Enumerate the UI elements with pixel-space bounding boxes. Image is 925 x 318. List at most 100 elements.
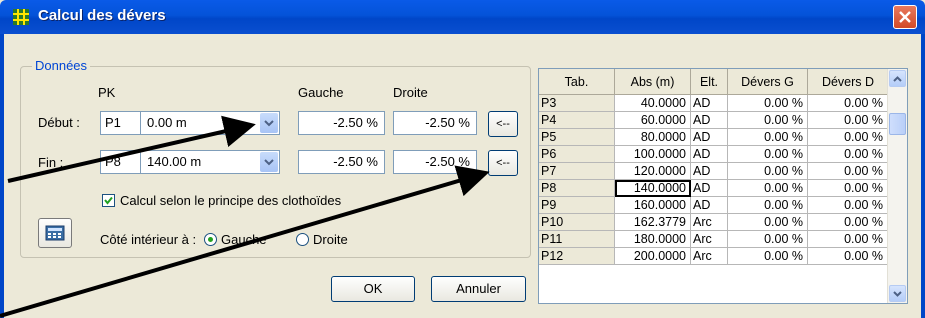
- cell-tab[interactable]: P9: [539, 197, 615, 214]
- debut-pk-value: 0.00 m: [147, 115, 187, 130]
- fin-gauche-input[interactable]: -2.50 %: [298, 150, 385, 174]
- title-bar[interactable]: Calcul des dévers: [0, 0, 925, 34]
- cell-elt[interactable]: AD: [691, 129, 728, 146]
- cell-devers-d[interactable]: 0.00 %: [808, 95, 888, 112]
- debut-pk-combo[interactable]: P1 0.00 m: [100, 111, 280, 135]
- col-header-elt[interactable]: Elt.: [691, 69, 728, 95]
- cell-devers-g[interactable]: 0.00 %: [728, 214, 808, 231]
- cell-devers-d[interactable]: 0.00 %: [808, 163, 888, 180]
- cell-elt[interactable]: AD: [691, 197, 728, 214]
- cell-devers-d[interactable]: 0.00 %: [808, 248, 888, 265]
- devers-table[interactable]: Tab. Abs (m) Elt. Dévers G Dévers D P3 40…: [538, 68, 908, 304]
- cell-elt[interactable]: Arc: [691, 248, 728, 265]
- cell-tab[interactable]: P6: [539, 146, 615, 163]
- table-row[interactable]: P3 40.0000 AD 0.00 % 0.00 %: [539, 95, 888, 112]
- col-header-abs[interactable]: Abs (m): [615, 69, 691, 95]
- cell-devers-d[interactable]: 0.00 %: [808, 112, 888, 129]
- cell-elt[interactable]: Arc: [691, 214, 728, 231]
- cell-elt[interactable]: Arc: [691, 231, 728, 248]
- table-row[interactable]: P7 120.0000 AD 0.00 % 0.00 %: [539, 163, 888, 180]
- grid-app-icon: [13, 9, 29, 25]
- radio-gauche-label: Gauche: [221, 232, 267, 247]
- fin-dropdown-button[interactable]: [260, 152, 278, 172]
- cell-abs[interactable]: 180.0000: [615, 231, 691, 248]
- radio-selected-dot: [208, 237, 213, 242]
- fin-fetch-button[interactable]: <--: [488, 150, 518, 176]
- fin-label: Fin :: [38, 155, 64, 170]
- table-scrollbar[interactable]: [887, 69, 907, 303]
- fin-droite-input[interactable]: -2.50 %: [393, 150, 477, 174]
- table-row[interactable]: P11 180.0000 Arc 0.00 % 0.00 %: [539, 231, 888, 248]
- dialog-window: Calcul des dévers Données PK Gauche Droi…: [0, 0, 925, 318]
- cell-abs[interactable]: 120.0000: [615, 163, 691, 180]
- cell-devers-g[interactable]: 0.00 %: [728, 163, 808, 180]
- scroll-up-button[interactable]: [889, 70, 906, 87]
- cell-devers-d[interactable]: 0.00 %: [808, 214, 888, 231]
- cell-tab[interactable]: P8: [539, 180, 615, 197]
- table-row[interactable]: P4 60.0000 AD 0.00 % 0.00 %: [539, 112, 888, 129]
- table-row[interactable]: P9 160.0000 AD 0.00 % 0.00 %: [539, 197, 888, 214]
- clothoides-checkbox[interactable]: [102, 194, 115, 207]
- cell-tab[interactable]: P7: [539, 163, 615, 180]
- col-header-tab[interactable]: Tab.: [539, 69, 615, 95]
- cell-devers-g[interactable]: 0.00 %: [728, 112, 808, 129]
- cell-devers-d[interactable]: 0.00 %: [808, 180, 888, 197]
- close-button[interactable]: [893, 5, 917, 29]
- cell-devers-d[interactable]: 0.00 %: [808, 231, 888, 248]
- cell-elt[interactable]: AD: [691, 180, 728, 197]
- col-header-devers-g[interactable]: Dévers G: [728, 69, 808, 95]
- cell-devers-g[interactable]: 0.00 %: [728, 231, 808, 248]
- debut-droite-input[interactable]: -2.50 %: [393, 111, 477, 135]
- chevron-up-icon: [893, 76, 902, 82]
- scroll-thumb[interactable]: [889, 113, 906, 135]
- cell-tab[interactable]: P11: [539, 231, 615, 248]
- table-row[interactable]: P6 100.0000 AD 0.00 % 0.00 %: [539, 146, 888, 163]
- cell-elt[interactable]: AD: [691, 146, 728, 163]
- fin-pk-combo[interactable]: P8 140.00 m: [100, 150, 280, 174]
- cell-abs[interactable]: 200.0000: [615, 248, 691, 265]
- calculator-button[interactable]: [38, 218, 72, 248]
- cell-devers-g[interactable]: 0.00 %: [728, 197, 808, 214]
- cell-devers-d[interactable]: 0.00 %: [808, 146, 888, 163]
- debut-dropdown-button[interactable]: [260, 113, 278, 133]
- cell-abs[interactable]: 60.0000: [615, 112, 691, 129]
- table-row[interactable]: P12 200.0000 Arc 0.00 % 0.00 %: [539, 248, 888, 265]
- cell-tab[interactable]: P12: [539, 248, 615, 265]
- cell-devers-d[interactable]: 0.00 %: [808, 129, 888, 146]
- ok-button[interactable]: OK: [331, 276, 415, 302]
- col-header-devers-d[interactable]: Dévers D: [808, 69, 889, 95]
- cell-devers-g[interactable]: 0.00 %: [728, 95, 808, 112]
- chevron-down-icon: [264, 120, 274, 127]
- cell-elt[interactable]: AD: [691, 163, 728, 180]
- droite-header: Droite: [393, 85, 428, 100]
- cell-tab[interactable]: P10: [539, 214, 615, 231]
- radio-droite[interactable]: [296, 233, 309, 246]
- radio-gauche[interactable]: [204, 233, 217, 246]
- scroll-down-button[interactable]: [889, 285, 906, 302]
- cell-tab[interactable]: P4: [539, 112, 615, 129]
- cell-abs[interactable]: 160.0000: [615, 197, 691, 214]
- cell-elt[interactable]: AD: [691, 112, 728, 129]
- chevron-down-icon: [893, 291, 902, 297]
- cell-devers-g[interactable]: 0.00 %: [728, 248, 808, 265]
- cell-devers-d[interactable]: 0.00 %: [808, 197, 888, 214]
- gauche-header: Gauche: [298, 85, 344, 100]
- cell-abs[interactable]: 100.0000: [615, 146, 691, 163]
- cell-devers-g[interactable]: 0.00 %: [728, 146, 808, 163]
- cell-devers-g[interactable]: 0.00 %: [728, 129, 808, 146]
- cell-abs[interactable]: 40.0000: [615, 95, 691, 112]
- cell-devers-g[interactable]: 0.00 %: [728, 180, 808, 197]
- table-row[interactable]: P10 162.3779 Arc 0.00 % 0.00 %: [539, 214, 888, 231]
- cell-abs[interactable]: 80.0000: [615, 129, 691, 146]
- cell-elt[interactable]: AD: [691, 95, 728, 112]
- cell-tab[interactable]: P3: [539, 95, 615, 112]
- table-row[interactable]: P8 140.0000 AD 0.00 % 0.00 %: [539, 180, 888, 197]
- cell-abs[interactable]: 140.0000: [615, 180, 691, 197]
- cell-abs[interactable]: 162.3779: [615, 214, 691, 231]
- cell-tab[interactable]: P5: [539, 129, 615, 146]
- donnees-group-label: Données: [32, 58, 91, 73]
- debut-fetch-button[interactable]: <--: [488, 111, 518, 137]
- annuler-button[interactable]: Annuler: [431, 276, 526, 302]
- debut-gauche-input[interactable]: -2.50 %: [298, 111, 385, 135]
- table-row[interactable]: P5 80.0000 AD 0.00 % 0.00 %: [539, 129, 888, 146]
